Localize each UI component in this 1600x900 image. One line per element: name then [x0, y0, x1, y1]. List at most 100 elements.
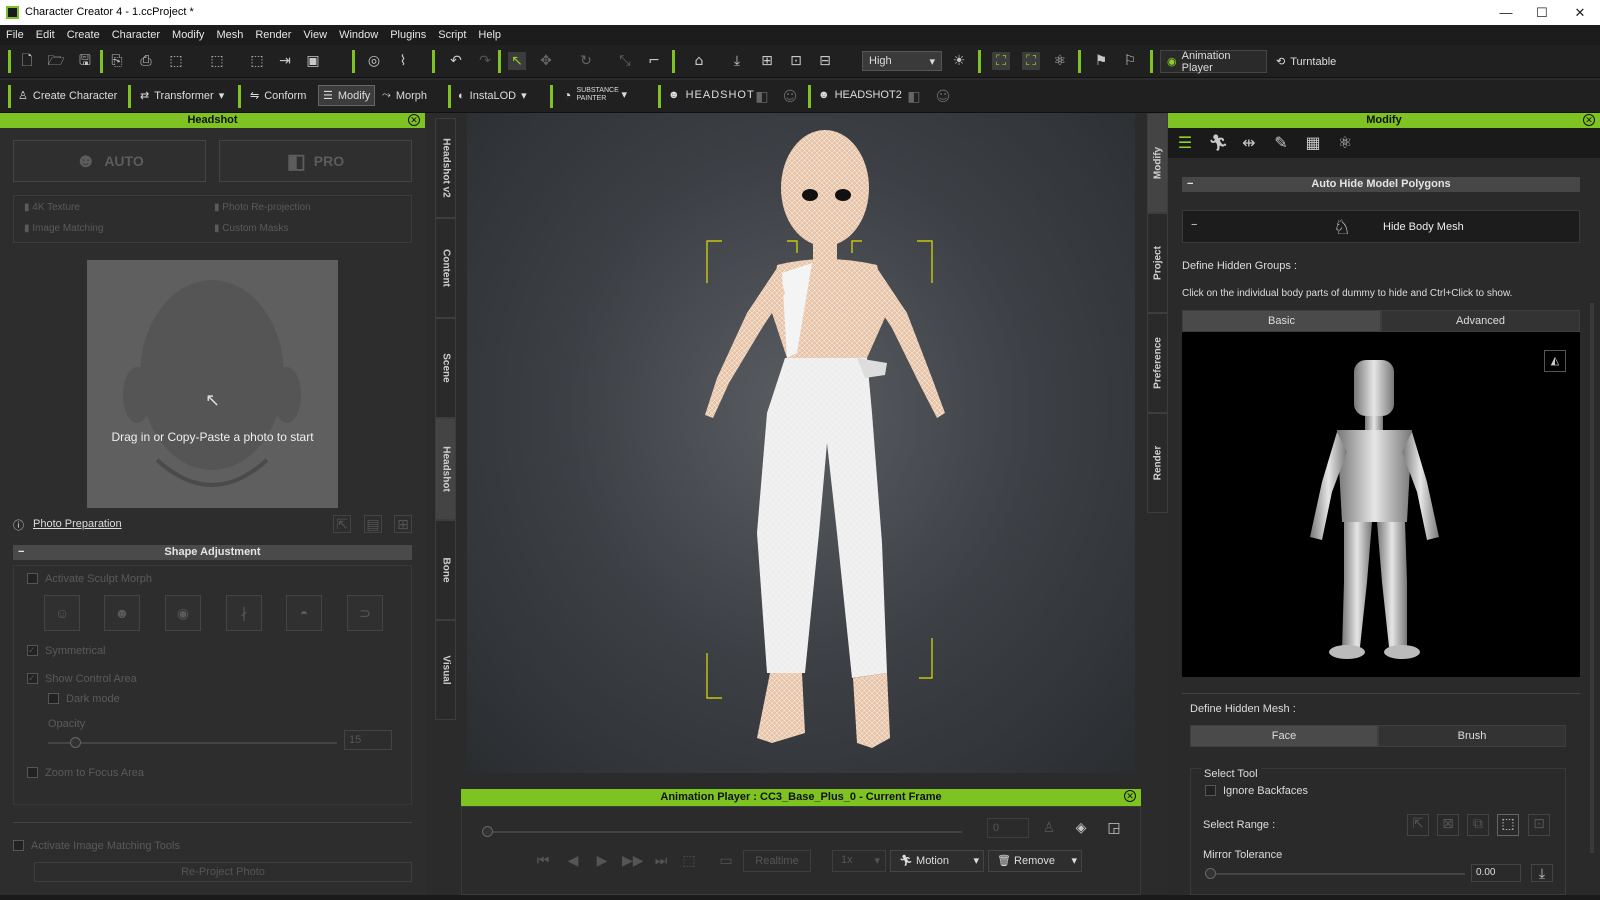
open-file-icon[interactable]: 🗁	[47, 52, 65, 70]
xray-toggle-icon[interactable]: ⛶	[1022, 52, 1040, 70]
speed-select[interactable]: 1x ▾	[832, 850, 886, 872]
shape-adjustment-header[interactable]: − Shape Adjustment	[13, 545, 412, 560]
play-icon[interactable]: ▶	[593, 852, 611, 870]
dummy-figure-view[interactable]: ◭	[1182, 332, 1580, 677]
opacity-slider[interactable]	[48, 737, 337, 748]
zoom-focus-checkbox[interactable]	[27, 767, 38, 778]
physics-tab-icon[interactable]: ⚛	[1336, 134, 1354, 152]
sculpt-face-button[interactable]: ☺	[44, 595, 80, 631]
tab-preference[interactable]: Preference	[1147, 313, 1168, 413]
create-character-button[interactable]: ♙ Create Character	[18, 89, 117, 103]
close-modify-icon[interactable]: ✕	[1583, 114, 1595, 126]
import-icon[interactable]: ⎘	[108, 52, 126, 70]
sculpt-head-button[interactable]: ☻	[104, 595, 140, 631]
smooth-icon[interactable]: ⌇	[394, 52, 412, 70]
photo-settings-icon[interactable]: ⊞	[394, 515, 412, 533]
quality-select[interactable]: High ▾	[862, 51, 942, 71]
range-remove-icon[interactable]: ⊠	[1437, 814, 1459, 836]
transformer-button[interactable]: ⇄ Transformer ▾	[140, 89, 224, 103]
sliders-tab-icon[interactable]: ☰	[1176, 134, 1194, 152]
menu-view[interactable]: View	[303, 29, 327, 41]
close-window-button[interactable]: ✕	[1562, 0, 1598, 25]
menu-modify[interactable]: Modify	[172, 29, 204, 41]
realtime-select[interactable]: Realtime	[743, 850, 811, 872]
activate-matching-checkbox[interactable]	[13, 840, 24, 851]
face-button[interactable]: Face	[1190, 725, 1378, 747]
light-icon[interactable]: ☀	[950, 52, 968, 70]
hide-body-mesh-button[interactable]: − ♘ Hide Body Mesh	[1182, 210, 1580, 243]
tab-scene[interactable]: Scene	[435, 318, 456, 418]
redo-icon[interactable]: ↷	[476, 52, 494, 70]
substance-painter-button[interactable]: ◔ SUBSTANCE PAINTER ▾	[563, 87, 643, 103]
mirror-tolerance-field[interactable]: 0.00	[1471, 864, 1521, 882]
reproject-photo-button[interactable]: Re-Project Photo	[34, 862, 412, 882]
preview-window-icon[interactable]: ◲	[1105, 819, 1123, 837]
goto-start-icon[interactable]: ⏮	[534, 852, 552, 870]
new-file-icon[interactable]: 🗋	[18, 52, 36, 70]
timeline-handle[interactable]	[482, 826, 493, 837]
sculpt-mouth-button[interactable]: ◓	[286, 595, 322, 631]
instalod-button[interactable]: ◐ InstaLOD ▾	[458, 89, 527, 103]
photo-preparation-link[interactable]: Photo Preparation	[33, 518, 122, 530]
ignore-backfaces-checkbox[interactable]	[1205, 785, 1216, 796]
menu-help[interactable]: Help	[478, 29, 501, 41]
pivot-icon[interactable]: ⌐	[645, 52, 663, 70]
sculpt-ear-button[interactable]: ⊃	[347, 595, 383, 631]
head2-icon[interactable]: ☺	[934, 88, 952, 106]
pose-icon[interactable]: ⚑	[1092, 52, 1110, 70]
conform-button[interactable]: ⇋ Conform	[250, 89, 306, 103]
flag-icon[interactable]: ⚐	[1121, 52, 1139, 70]
brush-button[interactable]: Brush	[1378, 725, 1566, 747]
maximize-button[interactable]: ☐	[1524, 0, 1560, 25]
menu-create[interactable]: Create	[67, 29, 100, 41]
range-invert-icon[interactable]: ⊡	[1528, 814, 1550, 836]
close-panel-icon[interactable]: ✕	[408, 114, 420, 126]
attribute-tab-icon[interactable]: ⇹	[1240, 134, 1258, 152]
photo-option-icon[interactable]: ▤	[364, 515, 382, 533]
move-tool-icon[interactable]: ✥	[537, 52, 555, 70]
texture-tab-icon[interactable]: ▦	[1304, 134, 1322, 152]
auto-mode-button[interactable]: ☻ AUTO	[13, 140, 206, 182]
minimize-button[interactable]: —	[1488, 0, 1524, 25]
head-icon[interactable]: ☺	[781, 88, 799, 106]
goto-end-icon[interactable]: ⏭	[652, 852, 670, 870]
menu-render[interactable]: Render	[255, 29, 291, 41]
mirror-icon[interactable]: ◭	[1544, 350, 1566, 372]
menu-edit[interactable]: Edit	[36, 29, 55, 41]
photo-drop-zone[interactable]: ↖ Drag in or Copy-Paste a photo to start	[87, 260, 338, 508]
menu-character[interactable]: Character	[112, 29, 160, 41]
tab-content[interactable]: Content	[435, 218, 456, 318]
timeline-slider[interactable]	[482, 826, 962, 837]
mirror-slider-handle[interactable]	[1205, 868, 1216, 879]
scale-tool-icon[interactable]: ⤡	[616, 52, 634, 70]
motion-tab-icon[interactable]: 🏃︎	[1208, 134, 1228, 152]
morph-button[interactable]: ⤳ Morph	[382, 89, 427, 102]
sculpt-nose-button[interactable]: ∤	[226, 595, 262, 631]
frame-selected-icon[interactable]: ⊞	[758, 52, 776, 70]
sculpt-eye-button[interactable]: ◉	[165, 595, 201, 631]
tab-visual[interactable]: Visual	[435, 620, 456, 720]
next-frame-icon[interactable]: ▶▶	[622, 852, 644, 870]
tab-headshot[interactable]: Headshot	[435, 418, 456, 520]
menu-window[interactable]: Window	[339, 29, 378, 41]
figure-icon[interactable]: ♙	[1040, 819, 1058, 837]
save-icon[interactable]: 🖫	[76, 52, 94, 70]
tab-advanced[interactable]: Advanced	[1381, 310, 1580, 332]
rotate-tool-icon[interactable]: ↻	[577, 52, 595, 70]
menu-file[interactable]: File	[6, 29, 24, 41]
headshot2-button[interactable]: ☻ HEADSHOT2	[818, 89, 902, 101]
prev-frame-icon[interactable]: ◀	[564, 852, 582, 870]
camera-icon[interactable]: ⊟	[816, 52, 834, 70]
undo-icon[interactable]: ↶	[447, 52, 465, 70]
headshot-option-icon[interactable]: ◧	[753, 88, 771, 106]
physics-icon[interactable]: ⚛	[1051, 52, 1069, 70]
close-animation-player-icon[interactable]: ✕	[1124, 790, 1136, 802]
range-add-icon[interactable]: ⇱	[1407, 814, 1429, 836]
dark-mode-checkbox[interactable]	[48, 693, 59, 704]
loop-icon[interactable]: ⬚	[680, 852, 698, 870]
send-icon[interactable]: ⇥	[276, 52, 294, 70]
export-icon[interactable]: ⎙	[137, 52, 155, 70]
download-icon[interactable]: ⤓	[1531, 864, 1553, 882]
export-obj-icon[interactable]: ⬚	[167, 52, 185, 70]
tab-render[interactable]: Render	[1147, 413, 1168, 513]
